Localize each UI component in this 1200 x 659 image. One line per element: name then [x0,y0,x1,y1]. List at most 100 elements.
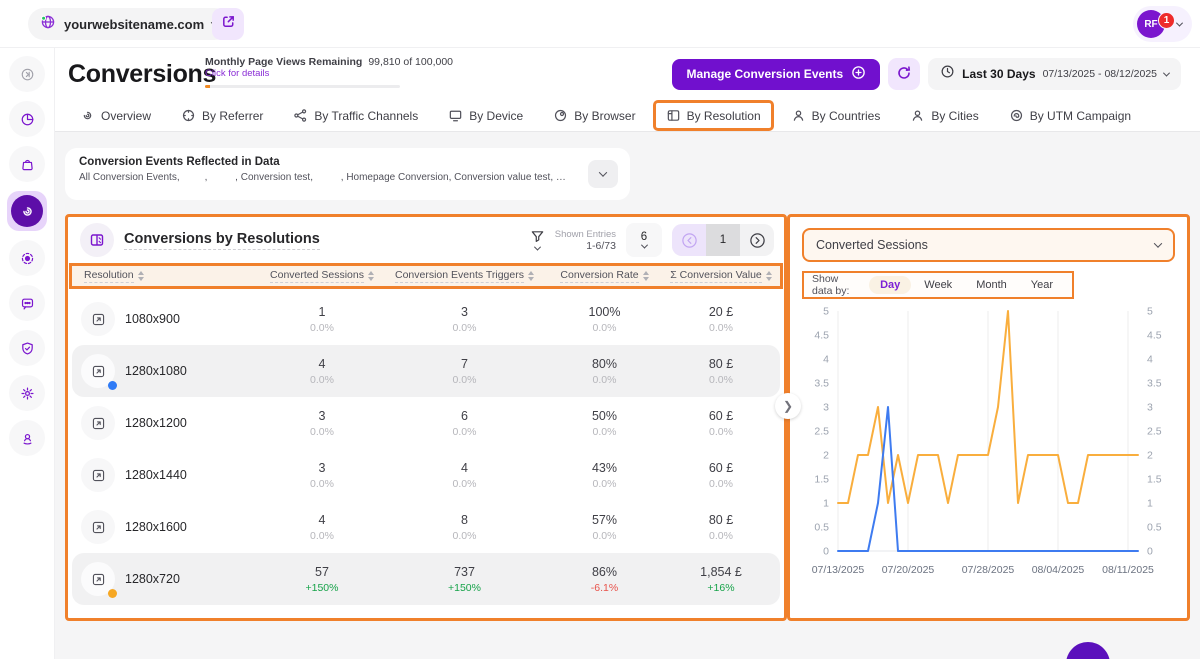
metric-dropdown-value: Converted Sessions [816,238,928,252]
tab-by-browser[interactable]: By Browser [540,100,648,131]
avatar: RF 1 [1137,10,1165,38]
column-header--conversion-value[interactable]: Σ Conversion Value [662,269,780,283]
filter-funnel-button[interactable] [530,229,545,251]
svg-text:1.5: 1.5 [1147,474,1162,486]
quota-details-link[interactable]: Click for details [205,68,405,79]
svg-text:1: 1 [1147,498,1153,510]
tab-by-device[interactable]: By Device [435,100,536,131]
tab-by-resolution[interactable]: By Resolution [653,100,774,131]
sidebar-item-session-recordings[interactable] [9,240,45,276]
chevron-down-icon [599,168,607,176]
tab-by-countries[interactable]: By Countries [778,100,894,131]
conversions-icon [20,204,35,219]
collapse-panel-handle[interactable]: ❯ [775,393,801,419]
next-page-button[interactable] [740,224,774,256]
svg-text:3.5: 3.5 [1147,378,1162,390]
quota-value: 99,810 of 100,000 [368,56,453,68]
column-header-resolution[interactable]: Resolution [72,269,262,283]
table-row[interactable]: 1280x160040.0%80.0%57%0.0%80 £0.0% [72,501,780,553]
topbar: yourwebsitename.com RF 1 [0,0,1200,48]
tab-label: Overview [101,109,151,123]
sidebar-item-conversions[interactable] [7,191,47,231]
date-range-label: Last 30 Days [962,67,1035,81]
period-button-week[interactable]: Week [913,276,963,294]
svg-text:2: 2 [823,450,829,462]
metric-cell: 40.0% [382,461,547,490]
expand-row-button[interactable] [81,354,115,388]
analytics-icon [20,112,35,127]
column-header-conversion-rate[interactable]: Conversion Rate [547,269,662,283]
main-header: Conversions Monthly Page Views Remaining… [55,48,1200,100]
metric-dropdown[interactable]: Converted Sessions [802,228,1175,262]
metric-cell: 737+150% [382,565,547,594]
column-header-conversion-events-triggers[interactable]: Conversion Events Triggers [382,269,547,283]
quota-progress-fill [205,85,210,88]
shown-entries-value: 1-6/73 [555,240,616,252]
tab-by-traffic-channels[interactable]: By Traffic Channels [280,100,431,131]
tab-by-cities[interactable]: By Cities [897,100,991,131]
table-row[interactable]: 1280x108040.0%70.0%80%0.0%80 £0.0% [72,345,780,397]
expand-row-button[interactable] [81,510,115,544]
account-menu[interactable]: RF 1 [1133,6,1192,42]
period-button-day[interactable]: Day [869,276,911,294]
visitor-location-icon [20,431,35,446]
pageviews-quota: Monthly Page Views Remaining 99,810 of 1… [205,56,405,88]
svg-text:0: 0 [1147,546,1153,558]
table-row[interactable]: 1280x144030.0%40.0%43%0.0%60 £0.0% [72,449,780,501]
sidebar-item-privacy[interactable] [9,330,45,366]
current-page[interactable]: 1 [706,224,740,256]
conversion-events-filter: Conversion Events Reflected in Data All … [65,148,630,200]
sidebar-item-ecommerce[interactable] [9,146,45,182]
tab-label: By Referrer [202,109,263,123]
expand-row-button[interactable] [81,406,115,440]
period-button-month[interactable]: Month [965,276,1018,294]
table-row[interactable]: 1080x90010.0%30.0%100%0.0%20 £0.0% [72,293,780,345]
tab-label: By Device [469,109,523,123]
page-size-selector[interactable]: 6 [626,223,662,257]
tab-bar: Overview By Referrer By Traffic Channels By… [55,100,1200,132]
manage-conversion-events-button[interactable]: Manage Conversion Events [672,59,880,90]
metric-cell: 20 £0.0% [662,305,780,334]
svg-text:07/20/2025: 07/20/2025 [882,564,935,576]
svg-text:1: 1 [823,498,829,510]
chevron-down-icon [1176,19,1183,26]
svg-text:07/28/2025: 07/28/2025 [962,564,1015,576]
expand-row-button[interactable] [81,458,115,492]
date-range-selector[interactable]: Last 30 Days 07/13/2025 - 08/12/2025 [928,58,1181,90]
metric-cell: 30.0% [262,409,382,438]
website-selector[interactable]: yourwebsitename.com [28,8,230,40]
sidebar-item-panel-toggle[interactable] [9,56,45,92]
expand-row-button[interactable] [81,562,115,596]
refresh-button[interactable] [888,58,920,90]
tab-overview[interactable]: Overview [67,100,164,131]
resolution-value: 1280x1600 [125,520,187,534]
sidebar-item-analytics[interactable] [9,101,45,137]
cities-icon [910,108,925,123]
sidebar-item-feedback[interactable] [9,285,45,321]
column-header-converted-sessions[interactable]: Converted Sessions [262,269,382,283]
tab-by-utm-campaign[interactable]: By UTM Campaign [996,100,1144,131]
avatar-initials: RF [1144,19,1157,30]
open-website-button[interactable] [212,8,244,40]
filter-expand-button[interactable] [588,160,618,188]
tab-label: By Browser [574,109,635,123]
sidebar-item-settings[interactable] [9,375,45,411]
table-row[interactable]: 1280x120030.0%60.0%50%0.0%60 £0.0% [72,397,780,449]
metric-cell: 80 £0.0% [662,357,780,386]
resolution-cell: 1280x1200 [72,406,262,440]
expand-row-button[interactable] [81,302,115,336]
period-button-year[interactable]: Year [1020,276,1064,294]
sidebar-item-visitor-location[interactable] [9,420,45,456]
svg-text:07/13/2025: 07/13/2025 [812,564,865,576]
prev-page-button[interactable] [672,224,706,256]
table-row[interactable]: 1280x72057+150%737+150%86%-6.1%1,854 £+1… [72,553,780,605]
clock-icon [940,64,955,84]
tab-by-referrer[interactable]: By Referrer [168,100,276,131]
session-recordings-icon [20,251,35,266]
resolution-value: 1280x1080 [125,364,187,378]
svg-text:0.5: 0.5 [1147,522,1162,534]
svg-text:5: 5 [823,306,829,318]
svg-text:0.5: 0.5 [814,522,829,534]
pagination: 1 [672,224,774,256]
resolution-cell: 1280x1440 [72,458,262,492]
